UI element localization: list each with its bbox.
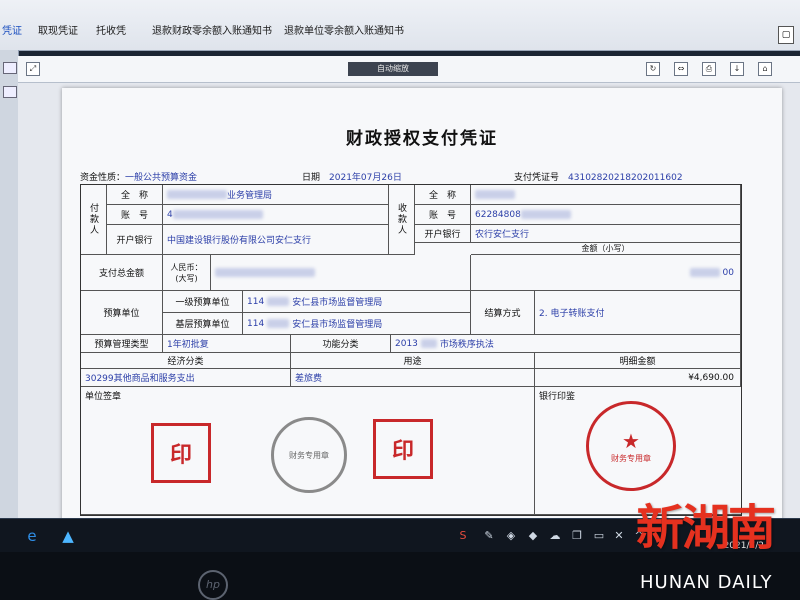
detail-amount-label: 明细金额 — [535, 353, 741, 369]
amount-small-label: 金额（小写） — [471, 243, 741, 255]
hp-logo: hp — [198, 570, 228, 600]
budget-type-label: 预算管理类型 — [81, 335, 163, 353]
bank-seal-stamp: ★ 财务专用章 — [586, 401, 676, 491]
payee-account-label: 账 号 — [415, 205, 471, 225]
finance-seal-stamp: 财务专用章 — [271, 417, 347, 493]
payee-account-value: 62284808 — [471, 205, 741, 225]
budget-type-value: 1年初批复 — [163, 335, 291, 353]
tab-voucher[interactable]: 凭证 — [2, 22, 22, 37]
purpose-label: 用途 — [291, 353, 535, 369]
detail-amount-value: ¥4,690.00 — [535, 369, 741, 387]
total-amount-words — [211, 255, 471, 291]
voucher-table: 付款人 全 称 业务管理局 账 号 4 开户银行 中国建设银行股份有限公司安仁支… — [80, 184, 742, 516]
fund-nature: 资金性质：一般公共预算资金 — [80, 173, 198, 183]
payer-account-label: 账 号 — [107, 205, 163, 225]
level1-unit-value: 114 安仁县市场监督管理局 — [243, 291, 471, 313]
payer-name-label: 全 称 — [107, 185, 163, 205]
viewer-toolbar: ⤢ 自动缩放 ↻ ⇔ ⎙ ↓ ⌂ — [18, 56, 800, 83]
rotate-icon[interactable]: ↻ — [646, 62, 660, 76]
purpose-value: 差旅费 — [291, 369, 535, 387]
personal-seal-stamp: 印 — [373, 419, 433, 479]
amount-small-value: 00 — [471, 255, 741, 291]
tab-refund-unit-notice[interactable]: 退款单位零余额入账通知书 — [284, 22, 404, 37]
input-method-icon[interactable]: S — [456, 529, 470, 543]
level1-unit-label: 一级预算单位 — [163, 291, 243, 313]
tab-collection-voucher[interactable]: 托收凭 — [96, 22, 126, 37]
edit-icon[interactable]: ✎ — [482, 529, 496, 543]
payer-bank-label: 开户银行 — [107, 225, 163, 255]
payee-name-value — [471, 185, 741, 205]
unit-seal-stamp: 印 — [151, 423, 211, 483]
payee-bank-label: 开户银行 — [415, 225, 471, 243]
payer-name-value: 业务管理局 — [163, 185, 389, 205]
panel-toggle-icon[interactable]: ▢ — [778, 26, 794, 44]
budget-unit-label: 预算单位 — [81, 291, 163, 335]
cloud-icon[interactable]: ☁ — [548, 529, 562, 543]
voucher-page: 财政授权支付凭证 资金性质：一般公共预算资金 日期 2021年07月26日 支付… — [62, 88, 782, 528]
payee-group-label: 收款人 — [389, 185, 415, 255]
volume-mute-icon[interactable]: ✕ — [612, 529, 626, 543]
settlement-label: 结算方式 — [471, 291, 535, 335]
gutter-handle-icon[interactable] — [3, 86, 17, 98]
print-icon[interactable]: ⎙ — [702, 62, 716, 76]
voucher-date: 日期 2021年07月26日 — [302, 173, 402, 183]
function-class-value: 2013 市场秩序执法 — [391, 335, 741, 353]
shield-icon[interactable]: ◈ — [504, 529, 518, 543]
fit-icon[interactable]: ⇔ — [674, 62, 688, 76]
payee-bank-value: 农行安仁支行 — [471, 225, 741, 243]
hunan-daily-text: HUNAN DAILY — [640, 572, 773, 593]
hunan-daily-logo: 新湖南 — [636, 500, 776, 556]
gutter-handle-icon[interactable] — [3, 62, 17, 74]
bookmark-icon[interactable]: ⌂ — [758, 62, 772, 76]
network-app-icon[interactable]: ◆ — [526, 529, 540, 543]
zoom-mode-label[interactable]: 自动缩放 — [348, 62, 438, 76]
payer-account-value: 4 — [163, 205, 389, 225]
page-title: 财政授权支付凭证 — [346, 129, 498, 149]
copy-icon[interactable]: ❐ — [570, 529, 584, 543]
voucher-number: 支付凭证号 43102820218202011602 — [514, 173, 683, 183]
payer-bank-value: 中国建设银行股份有限公司安仁支行 — [163, 225, 389, 255]
payer-group-label: 付款人 — [81, 185, 107, 255]
settlement-value: 2. 电子转账支付 — [535, 291, 741, 335]
app-icon[interactable]: ▲ — [58, 526, 78, 546]
rmb-label: 人民币： (大写) — [163, 255, 211, 291]
document-viewer: ⤢ 自动缩放 ↻ ⇔ ⎙ ↓ ⌂ 财政授权支付凭证 资金性质：一般公共预算资金 … — [18, 56, 800, 528]
battery-icon[interactable]: ▭ — [592, 529, 606, 543]
total-amount-label: 支付总金额 — [81, 255, 163, 291]
tab-cash-voucher[interactable]: 取现凭证 — [38, 22, 78, 37]
tab-strip: 凭证 取现凭证 托收凭 退款财政零余额入账通知书 退款单位零余额入账通知书 ▢ — [0, 0, 800, 51]
download-icon[interactable]: ↓ — [730, 62, 744, 76]
left-gutter — [0, 50, 19, 520]
base-unit-value: 114 安仁县市场监督管理局 — [243, 313, 471, 335]
tab-refund-finance-notice[interactable]: 退款财政零余额入账通知书 — [152, 22, 272, 37]
expand-icon[interactable]: ⤢ — [26, 62, 40, 76]
star-icon: ★ — [622, 428, 640, 453]
browser-icon[interactable]: e — [22, 526, 42, 546]
function-class-label: 功能分类 — [291, 335, 391, 353]
econ-class-value: 30299其他商品和服务支出 — [81, 369, 291, 387]
base-unit-label: 基层预算单位 — [163, 313, 243, 335]
econ-class-label: 经济分类 — [81, 353, 291, 369]
payee-name-label: 全 称 — [415, 185, 471, 205]
